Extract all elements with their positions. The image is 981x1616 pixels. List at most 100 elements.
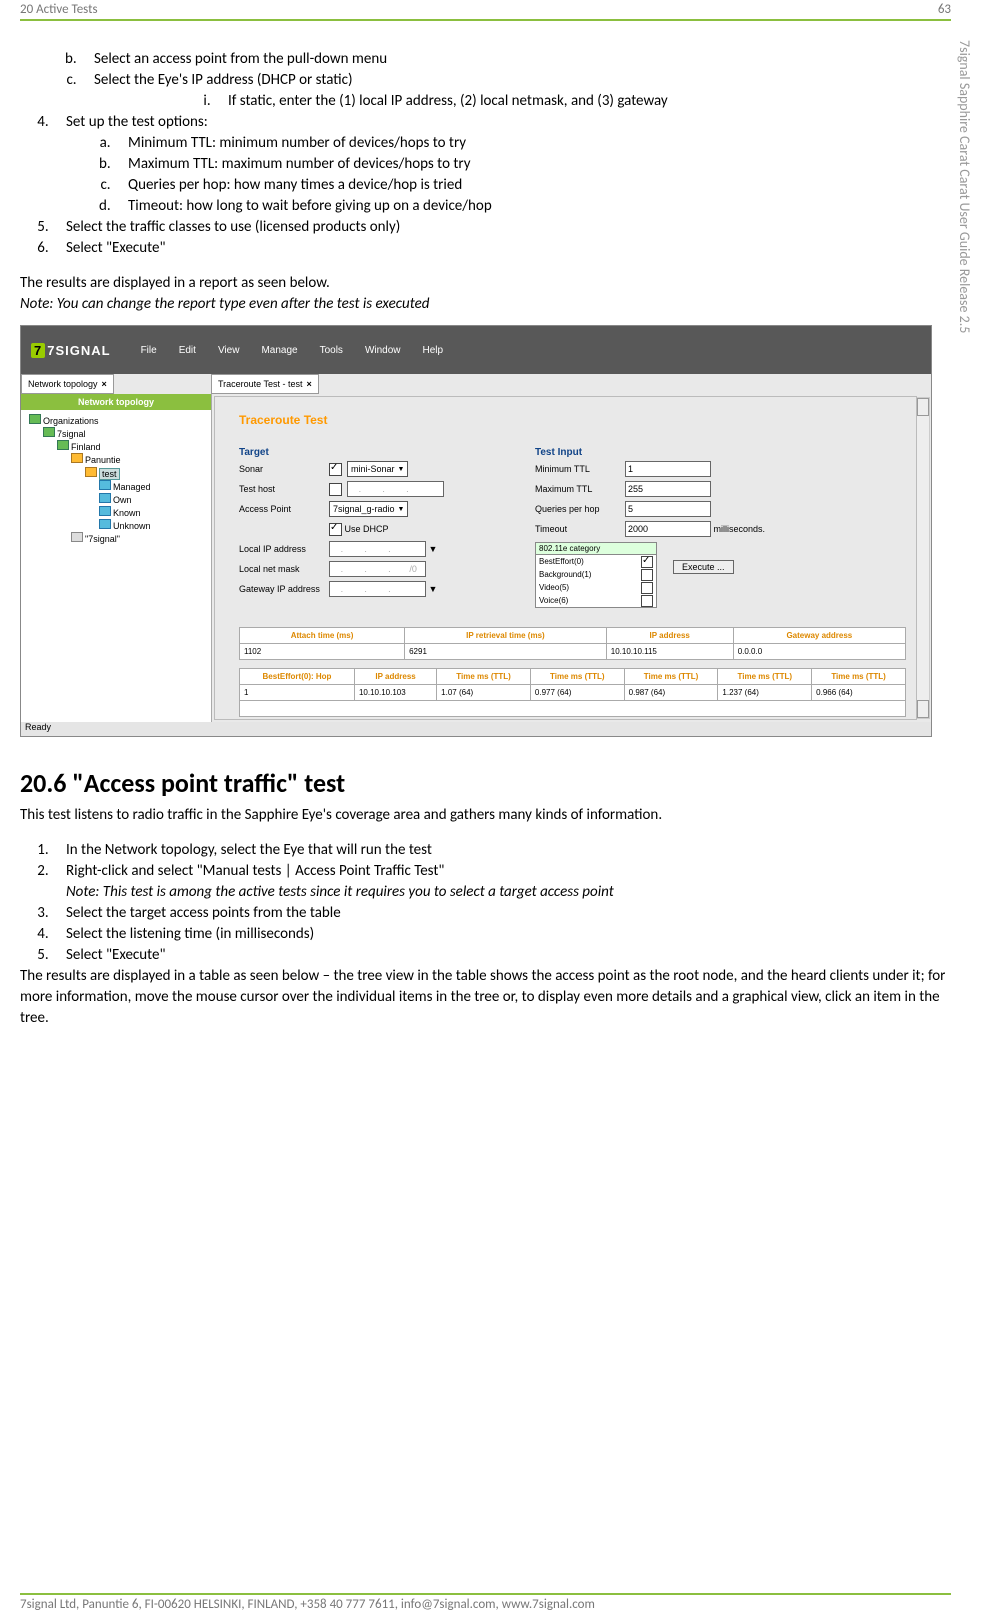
tree-label: "7signal"	[85, 534, 120, 544]
tab-network-topology[interactable]: Network topology×	[21, 374, 114, 394]
chevron-down-icon[interactable]: ▼	[429, 544, 438, 554]
col-header[interactable]: IP address	[354, 669, 436, 685]
ap-select[interactable]: 7signal_g-radio▼	[329, 501, 408, 517]
table-row[interactable]: 1 10.10.10.103 1.07 (64) 0.977 (64) 0.98…	[240, 685, 906, 701]
menu-view[interactable]: View	[218, 345, 240, 356]
cat-label: Background(1)	[539, 570, 591, 579]
list-item: If static, enter the (1) local IP addres…	[214, 91, 951, 112]
col-header[interactable]: Attach time (ms)	[240, 628, 405, 644]
close-icon[interactable]: ×	[307, 379, 312, 389]
min-ttl-input[interactable]: 1	[625, 461, 711, 477]
scroll-arrow-down-icon[interactable]	[917, 700, 929, 718]
col-header[interactable]: IP address	[606, 628, 733, 644]
tree-node[interactable]: Unknown	[99, 519, 207, 532]
localip-label: Local IP address	[239, 544, 329, 554]
topology-tree[interactable]: Organizations 7signal Finland Panuntie t…	[21, 410, 211, 549]
cell: 10.10.10.103	[354, 685, 436, 701]
testhost-ip-input[interactable]: ...	[347, 481, 444, 497]
close-icon[interactable]: ×	[102, 379, 107, 389]
category-row[interactable]: Background(1)	[536, 568, 656, 581]
tree-node[interactable]: "7signal"	[71, 532, 207, 545]
menu-tools[interactable]: Tools	[320, 345, 343, 356]
sublist-4: Minimum TTL: minimum number of devices/h…	[114, 133, 951, 217]
timeout-unit: milliseconds.	[714, 524, 766, 534]
gateway-input[interactable]: ...	[329, 581, 426, 597]
tab-label: Traceroute Test - test	[218, 379, 303, 389]
dhcp-checkbox[interactable]	[329, 523, 342, 536]
category-header: 802.11e category	[536, 543, 656, 555]
sonar-checkbox[interactable]	[329, 463, 342, 476]
tab-traceroute-test[interactable]: Traceroute Test - test ×	[211, 374, 319, 394]
tree-node[interactable]: Managed	[99, 480, 207, 493]
group-icon	[99, 480, 111, 490]
col-header[interactable]: Time ms (TTL)	[812, 669, 906, 685]
results-tables: Attach time (ms) IP retrieval time (ms) …	[239, 627, 906, 717]
scrollbar[interactable]	[916, 397, 930, 719]
list-item: Select the target access points from the…	[52, 903, 951, 924]
cat-label: Video(5)	[539, 583, 569, 592]
localip-input[interactable]: ...	[329, 541, 426, 557]
max-ttl-label: Maximum TTL	[535, 484, 625, 494]
app-main-pane: Traceroute Test Target Sonar mini-Sonar▼…	[212, 394, 931, 722]
list-item: Select an access point from the pull-dow…	[80, 49, 951, 70]
list-item-text: Select the Eye's IP address (DHCP or sta…	[94, 71, 353, 89]
target-heading: Target	[239, 447, 499, 458]
category-row[interactable]: Video(5)	[536, 581, 656, 594]
menu-help[interactable]: Help	[423, 345, 444, 356]
app-tab-row: Network topology× Traceroute Test - test…	[21, 374, 931, 395]
list-item: Select the Eye's IP address (DHCP or sta…	[80, 70, 951, 112]
header-page-number: 63	[938, 2, 951, 17]
ap-label: Access Point	[239, 504, 329, 514]
category-row[interactable]: BestEffort(0)	[536, 555, 656, 568]
menu-file[interactable]: File	[141, 345, 157, 356]
col-header[interactable]: IP retrieval time (ms)	[405, 628, 607, 644]
select-value: mini-Sonar	[351, 464, 395, 474]
tree-node[interactable]: Known	[99, 506, 207, 519]
cat-checkbox[interactable]	[641, 569, 653, 581]
cell: 0.0.0.0	[733, 644, 905, 660]
tree-label: Known	[113, 508, 141, 518]
scroll-arrow-up-icon[interactable]	[917, 398, 929, 416]
site-icon	[71, 453, 83, 463]
col-header[interactable]: Time ms (TTL)	[530, 669, 624, 685]
menu-window[interactable]: Window	[365, 345, 401, 356]
timeout-input[interactable]: 2000	[625, 521, 711, 537]
cat-checkbox[interactable]	[641, 595, 653, 607]
test-input-form: Test Input Minimum TTL1 Maximum TTL255 Q…	[535, 447, 895, 608]
paragraph: The results are displayed in a report as…	[20, 273, 951, 294]
sonar-select[interactable]: mini-Sonar▼	[347, 461, 408, 477]
cell: 0.977 (64)	[530, 685, 624, 701]
menu-edit[interactable]: Edit	[179, 345, 196, 356]
app-sidebar: Network topology Organizations 7signal F…	[21, 394, 212, 722]
chevron-down-icon[interactable]: ▼	[429, 584, 438, 594]
tree-node-organizations[interactable]: Organizations	[29, 414, 207, 427]
cat-label: Voice(6)	[539, 596, 568, 605]
menu-manage[interactable]: Manage	[261, 345, 297, 356]
list-item: Select "Execute"	[52, 945, 951, 966]
testhost-checkbox[interactable]	[329, 483, 342, 496]
cat-checkbox[interactable]	[641, 556, 653, 568]
cell: 0.966 (64)	[812, 685, 906, 701]
paragraph-block: The results are displayed in a report as…	[20, 273, 951, 315]
tree-node[interactable]: Own	[99, 493, 207, 506]
tree-node[interactable]: 7signal	[43, 427, 207, 440]
main-content: Select an access point from the pull-dow…	[20, 49, 951, 1029]
list-item: Right-click and select "Manual tests | A…	[52, 861, 951, 903]
col-header[interactable]: Gateway address	[733, 628, 905, 644]
col-header[interactable]: Time ms (TTL)	[624, 669, 718, 685]
tree-node-selected[interactable]: test	[85, 467, 207, 480]
max-ttl-input[interactable]: 255	[625, 481, 711, 497]
col-header[interactable]: BestEffort(0): Hop	[240, 669, 355, 685]
tree-node[interactable]: Finland	[57, 440, 207, 453]
tree-node[interactable]: Panuntie	[71, 453, 207, 466]
table-row[interactable]: 1102 6291 10.10.10.115 0.0.0.0	[240, 644, 906, 660]
testhost-label: Test host	[239, 484, 329, 494]
tree-label: test	[99, 468, 120, 480]
col-header[interactable]: Time ms (TTL)	[437, 669, 531, 685]
category-row[interactable]: Voice(6)	[536, 594, 656, 607]
queries-input[interactable]: 5	[625, 501, 711, 517]
cat-checkbox[interactable]	[641, 582, 653, 594]
col-header[interactable]: Time ms (TTL)	[718, 669, 812, 685]
netmask-input[interactable]: .../0	[329, 561, 426, 577]
execute-button[interactable]: Execute ...	[673, 560, 734, 574]
